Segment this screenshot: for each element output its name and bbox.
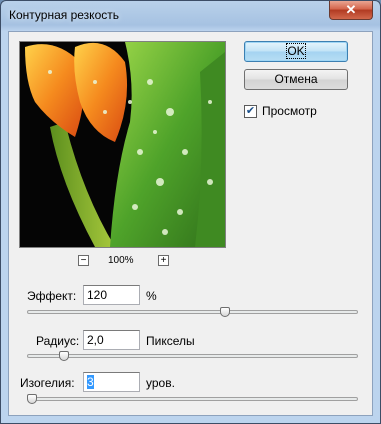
ok-label: OK bbox=[286, 43, 306, 59]
amount-unit: % bbox=[146, 289, 157, 303]
radius-slider-thumb[interactable] bbox=[59, 351, 70, 361]
threshold-input[interactable]: 3 bbox=[83, 372, 140, 392]
amount-input[interactable]: 120 bbox=[83, 285, 140, 305]
ok-button[interactable]: OK bbox=[244, 41, 348, 62]
threshold-slider-track[interactable] bbox=[27, 397, 358, 401]
zoom-in-button[interactable]: + bbox=[158, 255, 169, 266]
window-title: Контурная резкость bbox=[9, 8, 119, 22]
zoom-level: 100% bbox=[108, 255, 134, 266]
preview-image[interactable] bbox=[19, 41, 226, 248]
plus-icon: + bbox=[160, 255, 167, 266]
zoom-out-button[interactable]: − bbox=[78, 255, 89, 266]
close-icon: ✕ bbox=[345, 2, 357, 17]
threshold-slider-thumb[interactable] bbox=[27, 394, 37, 404]
threshold-value: 3 bbox=[87, 375, 94, 389]
minus-icon: − bbox=[80, 255, 87, 266]
radius-slider-track[interactable] bbox=[27, 354, 358, 358]
cancel-button[interactable]: Отмена bbox=[244, 69, 348, 90]
preview-checkbox-label[interactable]: Просмотр bbox=[262, 104, 317, 118]
preview-checkbox[interactable]: ✔ bbox=[244, 105, 257, 118]
close-button[interactable]: ✕ bbox=[329, 1, 373, 20]
threshold-label: Изогелия: bbox=[20, 376, 75, 390]
cancel-label: Отмена bbox=[274, 72, 318, 86]
radius-input[interactable]: 2,0 bbox=[83, 330, 140, 350]
radius-unit: Пикселы bbox=[146, 334, 195, 348]
amount-slider-track[interactable] bbox=[27, 310, 358, 314]
dialog-body: − 100% + OK Отмена ✔ Просмотр Эффект: 12… bbox=[8, 31, 373, 416]
title-bar[interactable]: Контурная резкость ✕ bbox=[1, 1, 380, 31]
sharpen-dialog: Контурная резкость ✕ − 100% + OK Отмена … bbox=[0, 0, 381, 424]
amount-slider-thumb[interactable] bbox=[219, 307, 230, 317]
amount-label: Эффект: bbox=[27, 289, 77, 303]
radius-label: Радиус: bbox=[36, 334, 80, 348]
threshold-unit: уров. bbox=[146, 376, 175, 390]
checkmark-icon: ✔ bbox=[245, 105, 256, 117]
tulip-image bbox=[20, 42, 225, 247]
